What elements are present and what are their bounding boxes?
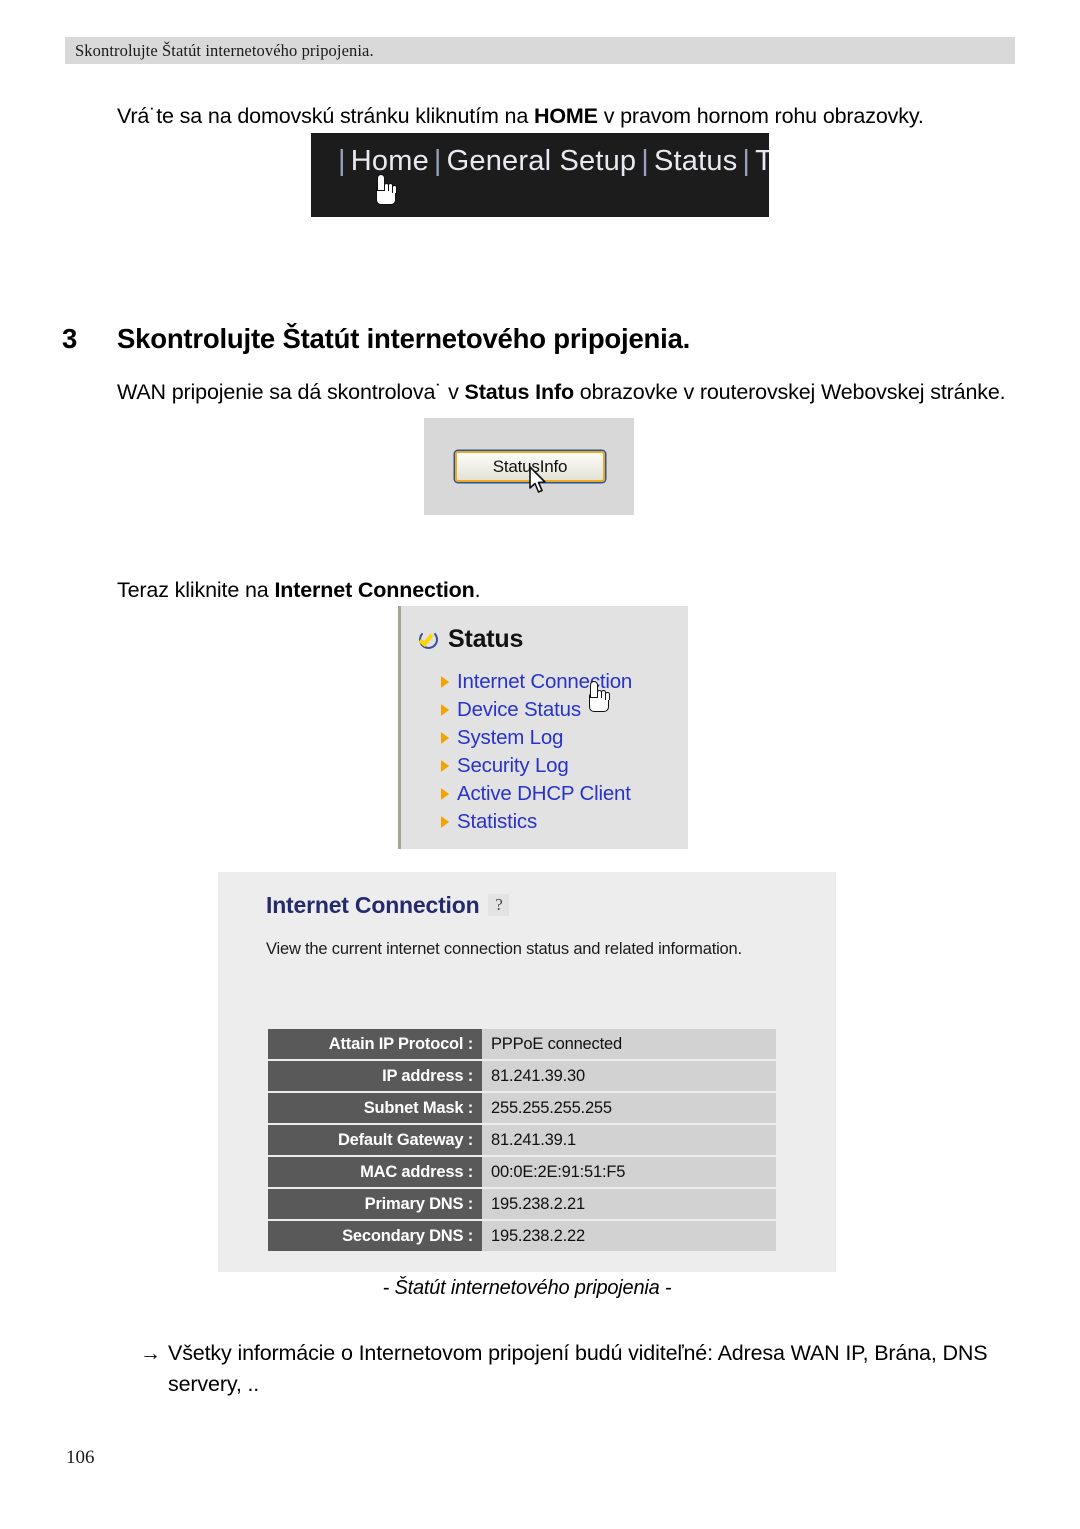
intro-paragraph: Vrá˙te sa na domovskú stránku kliknutím … [117, 101, 997, 132]
hand-cursor-icon [586, 681, 612, 713]
table-row: MAC address : 00:0E:2E:91:51:F5 [268, 1157, 776, 1187]
section-title: Skontrolujte Štatút internetového pripoj… [117, 322, 691, 354]
table-row: Primary DNS : 195.238.2.21 [268, 1189, 776, 1219]
navbar-screenshot: |Home|General Setup|Status|Tool [311, 133, 769, 217]
table-row: Secondary DNS : 195.238.2.22 [268, 1221, 776, 1251]
teraz-text-before: Teraz kliknite na [117, 577, 275, 602]
arrow-right-icon: → [140, 1341, 161, 1365]
intro-text-before: Vrá˙te sa na domovskú stránku kliknutím … [117, 103, 534, 128]
row-label: Subnet Mask : [268, 1093, 482, 1123]
intro-text-bold: HOME [533, 103, 598, 128]
bullet-triangle-icon [441, 788, 449, 800]
check-circle-icon [418, 630, 438, 649]
hand-index-finger [377, 174, 385, 191]
wan-paragraph: WAN pripojenie sa dá skontrolova˙ v Stat… [117, 377, 1007, 408]
bullet-triangle-icon [441, 704, 449, 716]
row-value: 195.238.2.22 [482, 1221, 776, 1251]
internet-connection-title: Internet Connection ? [266, 892, 510, 919]
row-label: MAC address : [268, 1157, 482, 1187]
hand-knuckle-c [605, 692, 610, 700]
status-menu-title: Status [418, 625, 524, 654]
row-value: 81.241.39.30 [482, 1061, 776, 1091]
page-number: 106 [66, 1447, 95, 1468]
running-header: Skontrolujte Štatút internetového pripoj… [65, 37, 1015, 64]
hand-cursor-icon [373, 174, 399, 206]
internet-connection-table: Attain IP Protocol : PPPoE connected IP … [268, 1027, 776, 1253]
table-row: IP address : 81.241.39.30 [268, 1061, 776, 1091]
bullet-triangle-icon [441, 816, 449, 828]
row-label: Attain IP Protocol : [268, 1029, 482, 1059]
final-paragraph-text: Všetky informácie o Internetovom pripoje… [168, 1340, 988, 1396]
navbar-separator-3: | [742, 145, 751, 177]
status-menu-screenshot: Status Internet Connection Device Status… [398, 606, 688, 849]
row-value: 00:0E:2E:91:51:F5 [482, 1157, 776, 1187]
section-number: 3 [62, 322, 78, 354]
row-value: 81.241.39.1 [482, 1125, 776, 1155]
bullet-triangle-icon [441, 732, 449, 744]
internet-connection-title-text: Internet Connection [266, 892, 480, 918]
hand-index-finger [590, 681, 598, 698]
status-link-label: System Log [457, 726, 564, 749]
table-row: Attain IP Protocol : PPPoE connected [268, 1029, 776, 1059]
bullet-triangle-icon [441, 760, 449, 772]
navbar-item-tool[interactable]: Tool [755, 145, 769, 177]
teraz-paragraph: Teraz kliknite na Internet Connection. [117, 575, 717, 606]
status-menu-title-text: Status [448, 625, 524, 653]
navbar-item-status[interactable]: Status [654, 145, 737, 177]
arrow-cursor-icon [529, 466, 549, 496]
row-label: Default Gateway : [268, 1125, 482, 1155]
status-link-security-log[interactable]: Security Log [441, 752, 632, 780]
status-link-system-log[interactable]: System Log [441, 724, 632, 752]
status-link-label: Device Status [457, 698, 581, 721]
row-label: Primary DNS : [268, 1189, 482, 1219]
row-value: 255.255.255.255 [482, 1093, 776, 1123]
row-value: PPPoE connected [482, 1029, 776, 1059]
running-header-text: Skontrolujte Štatút internetového pripoj… [75, 40, 374, 60]
navbar-separator-1: | [433, 145, 442, 177]
wan-text-before: WAN pripojenie sa dá skontrolova˙ v [117, 379, 465, 404]
navbar-item-home[interactable]: Home [351, 145, 429, 177]
figure-caption: - Štatút internetového pripojenia - [382, 1277, 672, 1299]
section-heading: 3 Skontrolujte Štatút internetového pripo… [62, 323, 962, 355]
status-link-label: Security Log [457, 754, 569, 777]
teraz-text-after: . [474, 577, 481, 602]
wan-text-after: obrazovke v routerovskej Webovskej strán… [573, 379, 1006, 404]
status-link-label: Statistics [457, 810, 538, 833]
row-label: Secondary DNS : [268, 1221, 482, 1251]
table-row: Subnet Mask : 255.255.255.255 [268, 1093, 776, 1123]
wan-text-bold: Status Info [464, 379, 575, 404]
final-paragraph: → Všetky informácie o Internetovom pripo… [140, 1338, 1020, 1400]
navbar-separator-2: | [641, 145, 649, 177]
row-label: IP address : [268, 1061, 482, 1091]
statusinfo-screenshot: StatusInfo [424, 418, 634, 515]
internet-connection-screenshot: Internet Connection ? View the current i… [218, 872, 836, 1272]
internet-connection-description: View the current internet connection sta… [266, 940, 742, 958]
table-row: Default Gateway : 81.241.39.1 [268, 1125, 776, 1155]
status-link-label: Active DHCP Client [457, 782, 631, 805]
hand-knuckle-c [392, 185, 397, 193]
help-question-icon[interactable]: ? [488, 894, 510, 916]
status-link-active-dhcp-client[interactable]: Active DHCP Client [441, 780, 632, 808]
status-link-statistics[interactable]: Statistics [441, 808, 632, 836]
intro-text-after: v pravom hornom rohu obrazovky. [597, 103, 924, 128]
navbar-item-general-setup[interactable]: General Setup [447, 145, 637, 177]
navbar-separator-0: | [338, 145, 346, 177]
row-value: 195.238.2.21 [482, 1189, 776, 1219]
teraz-text-bold: Internet Connection [274, 577, 475, 602]
bullet-triangle-icon [441, 676, 449, 688]
